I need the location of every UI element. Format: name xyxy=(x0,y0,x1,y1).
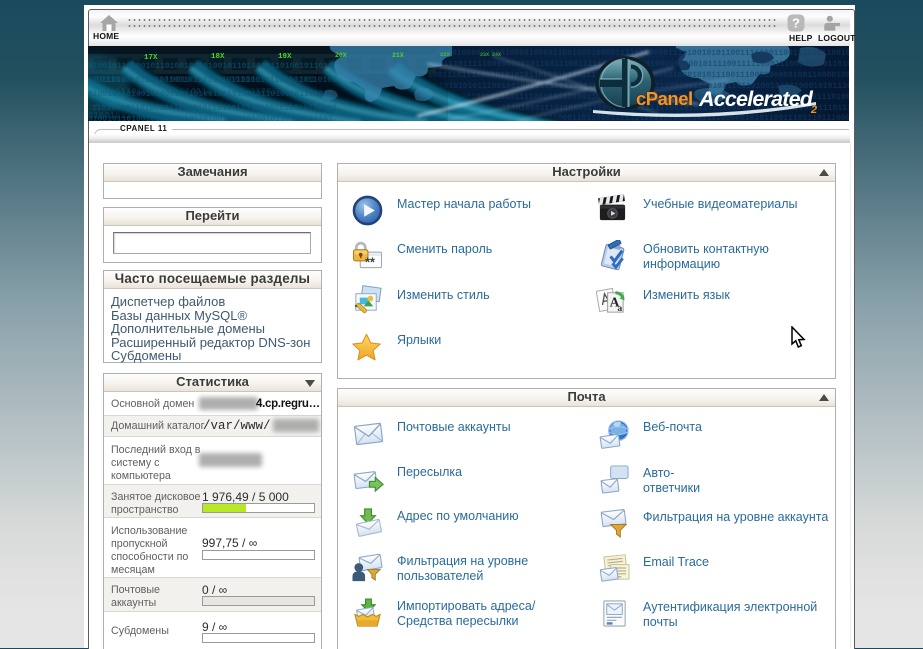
svg-text:23X 24X: 23X 24X xyxy=(480,52,501,58)
svg-text:21X: 21X xyxy=(392,52,404,59)
svg-text:101101001011010010010110100101: 1011010010110100100101101001011010010110… xyxy=(92,76,337,85)
svg-text:010010110100101101001011010010: 0100101101001011010010110100101101001011… xyxy=(88,62,333,71)
svg-text:110100101101001011010010110100: 1101001011010010110100101101001011010010… xyxy=(92,104,337,113)
svg-text:010010110100101101001011010010: 0100101101001011010010110100100110100101… xyxy=(88,115,333,121)
svg-text:19X: 19X xyxy=(278,53,292,61)
svg-text:**: ** xyxy=(365,256,375,270)
svg-text:20X: 20X xyxy=(335,52,347,59)
svg-text:cPanel: cPanel xyxy=(636,88,693,109)
svg-text:?: ? xyxy=(792,16,800,31)
svg-text:a: a xyxy=(617,303,622,314)
svg-text:Accelerated: Accelerated xyxy=(698,87,814,111)
svg-text:010010110100101000101101001011: 0100101101001010001011010010110100101101… xyxy=(88,90,333,99)
svg-text:2: 2 xyxy=(810,104,817,116)
svg-text:17X: 17X xyxy=(144,54,158,62)
svg-text:22X: 22X xyxy=(440,51,451,58)
svg-text:18X: 18X xyxy=(211,53,225,61)
